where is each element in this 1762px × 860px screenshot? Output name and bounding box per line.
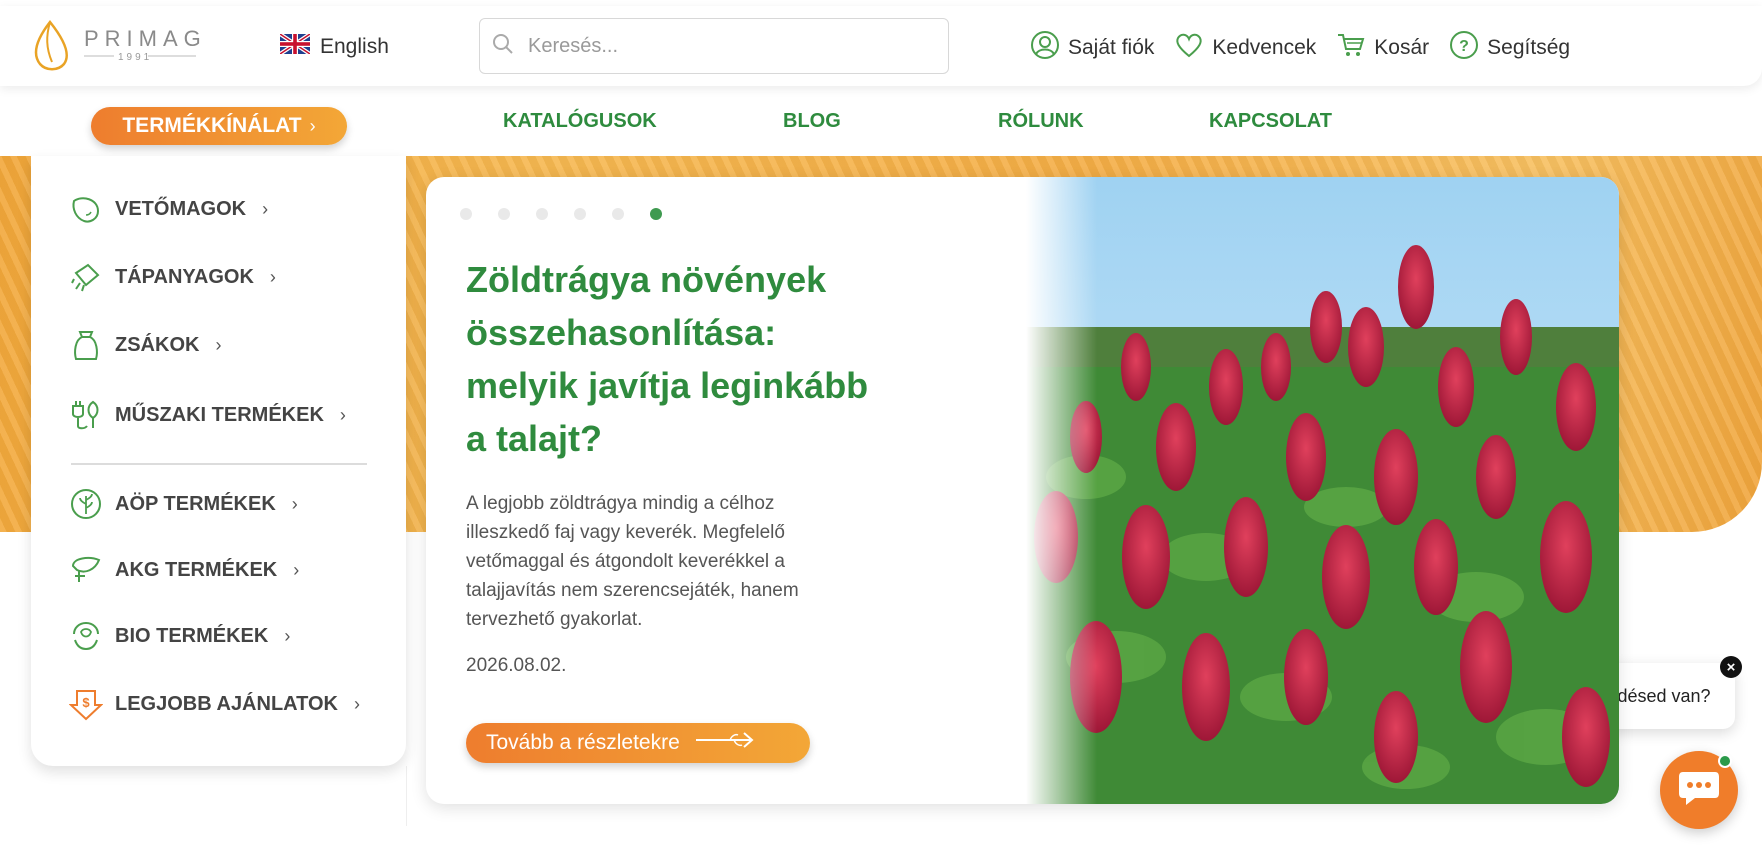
sidebar-divider xyxy=(71,463,367,465)
favorites-link-label: Kedvencek xyxy=(1212,36,1317,59)
svg-text:$: $ xyxy=(82,695,90,710)
svg-text:1991: 1991 xyxy=(118,52,152,63)
sidebar-item-label: AKG TERMÉKEK xyxy=(115,558,278,581)
slider-dot[interactable] xyxy=(460,208,472,220)
slider-dot[interactable] xyxy=(574,208,586,220)
cart-icon xyxy=(1336,31,1366,65)
site-header: PRIMAG 1991 English Keresés... Saját fió… xyxy=(0,6,1762,86)
chevron-right-icon: › xyxy=(215,334,222,355)
chat-bubble-icon xyxy=(1677,768,1721,813)
online-indicator xyxy=(1718,754,1732,768)
slide-description: A legjobb zöldtrágya mindig a célhoz ill… xyxy=(466,493,799,630)
sidebar-item-best-deals[interactable]: $ LEGJOBB AJÁNLATOK › xyxy=(69,687,360,721)
sidebar-item-seeds[interactable]: VETŐMAGOK › xyxy=(69,192,268,226)
nav-about[interactable]: RÓLUNK xyxy=(998,110,1084,133)
category-sidebar: VETŐMAGOK › TÁPANYAGOK › ZSÁKOK › MŰSZAKI T… xyxy=(31,156,406,766)
cart-link-label: Kosár xyxy=(1374,36,1430,59)
help-link-label: Segítség xyxy=(1487,36,1571,59)
page: PRIMAG 1991 English Keresés... Saját fió… xyxy=(0,0,1762,860)
sidebar-item-technical[interactable]: MŰSZAKI TERMÉKEK › xyxy=(69,398,346,432)
help-link[interactable]: ? Segítség xyxy=(1449,30,1570,66)
heart-icon xyxy=(1174,31,1204,65)
account-links: Saját fiók Kedvencek Kosár ? Segítség xyxy=(1030,30,1570,66)
search-input[interactable] xyxy=(528,34,908,58)
sidebar-item-label: AÖP TERMÉKEK xyxy=(115,492,276,515)
nav-catalogs[interactable]: KATALÓGUSOK xyxy=(503,110,657,133)
main-nav: TERMÉKKÍNÁLAT › KATALÓGUSOK BLOG RÓLUNK … xyxy=(0,86,1762,156)
chevron-right-icon: › xyxy=(291,493,298,514)
arrow-right-icon xyxy=(694,729,758,757)
cart-link[interactable]: Kosár xyxy=(1336,31,1429,65)
products-menu-label: TERMÉKKÍNÁLAT xyxy=(122,114,302,137)
crimson-clover-field-photo xyxy=(1026,177,1619,804)
akg-icon xyxy=(69,553,103,587)
sidebar-item-label: LEGJOBB AJÁNLATOK xyxy=(115,692,338,715)
technical-icon xyxy=(69,398,103,432)
chevron-right-icon: › xyxy=(293,559,300,580)
sidebar-item-nutrients[interactable]: TÁPANYAGOK › xyxy=(69,260,276,294)
account-link-label: Saját fiók xyxy=(1068,36,1155,59)
sidebar-item-label: TÁPANYAGOK xyxy=(115,265,254,288)
language-label: English xyxy=(320,35,389,58)
chevron-right-icon: › xyxy=(353,693,360,714)
sidebar-item-label: MŰSZAKI TERMÉKEK xyxy=(115,403,324,426)
chevron-right-icon: › xyxy=(309,115,316,136)
read-more-label: Tovább a részletekre xyxy=(486,731,680,754)
search-box xyxy=(479,18,949,74)
svg-text:PRIMAG: PRIMAG xyxy=(84,26,207,51)
sidebar-item-label: BIO TERMÉKEK xyxy=(115,624,269,647)
slider-dot[interactable] xyxy=(498,208,510,220)
hero-slider-card: Zöldtrágya növények összehasonlítása: me… xyxy=(426,177,1619,804)
brand-logo[interactable]: PRIMAG 1991 xyxy=(30,18,220,74)
favorites-link[interactable]: Kedvencek xyxy=(1174,31,1316,65)
sidebar-item-bio[interactable]: BIO TERMÉKEK › xyxy=(69,619,290,653)
chevron-right-icon: › xyxy=(339,404,346,425)
fertilizer-icon xyxy=(69,260,103,294)
user-icon xyxy=(1030,30,1060,66)
nav-contact[interactable]: KAPCSOLAT xyxy=(1209,110,1332,133)
aop-icon xyxy=(69,487,103,521)
slider-dot[interactable] xyxy=(612,208,624,220)
sidebar-item-label: ZSÁKOK xyxy=(115,333,200,356)
help-icon: ? xyxy=(1449,30,1479,66)
search-icon xyxy=(492,33,514,60)
slider-dot[interactable] xyxy=(536,208,548,220)
products-menu-button[interactable]: TERMÉKKÍNÁLAT › xyxy=(91,107,347,145)
slider-dot-active[interactable] xyxy=(650,208,662,220)
sack-icon xyxy=(69,328,103,362)
uk-flag-icon xyxy=(278,32,312,60)
content-divider xyxy=(406,766,407,826)
nav-blog[interactable]: BLOG xyxy=(783,110,841,133)
seed-icon xyxy=(69,192,103,226)
account-link[interactable]: Saját fiók xyxy=(1030,30,1154,66)
read-more-button[interactable]: Tovább a részletekre xyxy=(466,723,810,763)
slide-date: 2026.08.02. xyxy=(466,655,567,676)
chevron-right-icon: › xyxy=(269,266,276,287)
slider-dots xyxy=(460,208,662,220)
svg-text:?: ? xyxy=(1459,38,1469,55)
chevron-right-icon: › xyxy=(284,625,291,646)
sidebar-item-aop[interactable]: AÖP TERMÉKEK › xyxy=(69,487,298,521)
language-selector[interactable]: English xyxy=(278,32,389,60)
sidebar-item-label: VETŐMAGOK xyxy=(115,197,247,220)
chat-close-button[interactable]: × xyxy=(1720,656,1742,678)
sidebar-item-sacks[interactable]: ZSÁKOK › xyxy=(69,328,221,362)
slide-title: Zöldtrágya növények összehasonlítása: me… xyxy=(466,259,869,459)
sidebar-item-akg[interactable]: AKG TERMÉKEK › xyxy=(69,553,299,587)
deal-icon: $ xyxy=(69,687,103,721)
chevron-right-icon: › xyxy=(262,198,269,219)
bio-icon xyxy=(69,619,103,653)
